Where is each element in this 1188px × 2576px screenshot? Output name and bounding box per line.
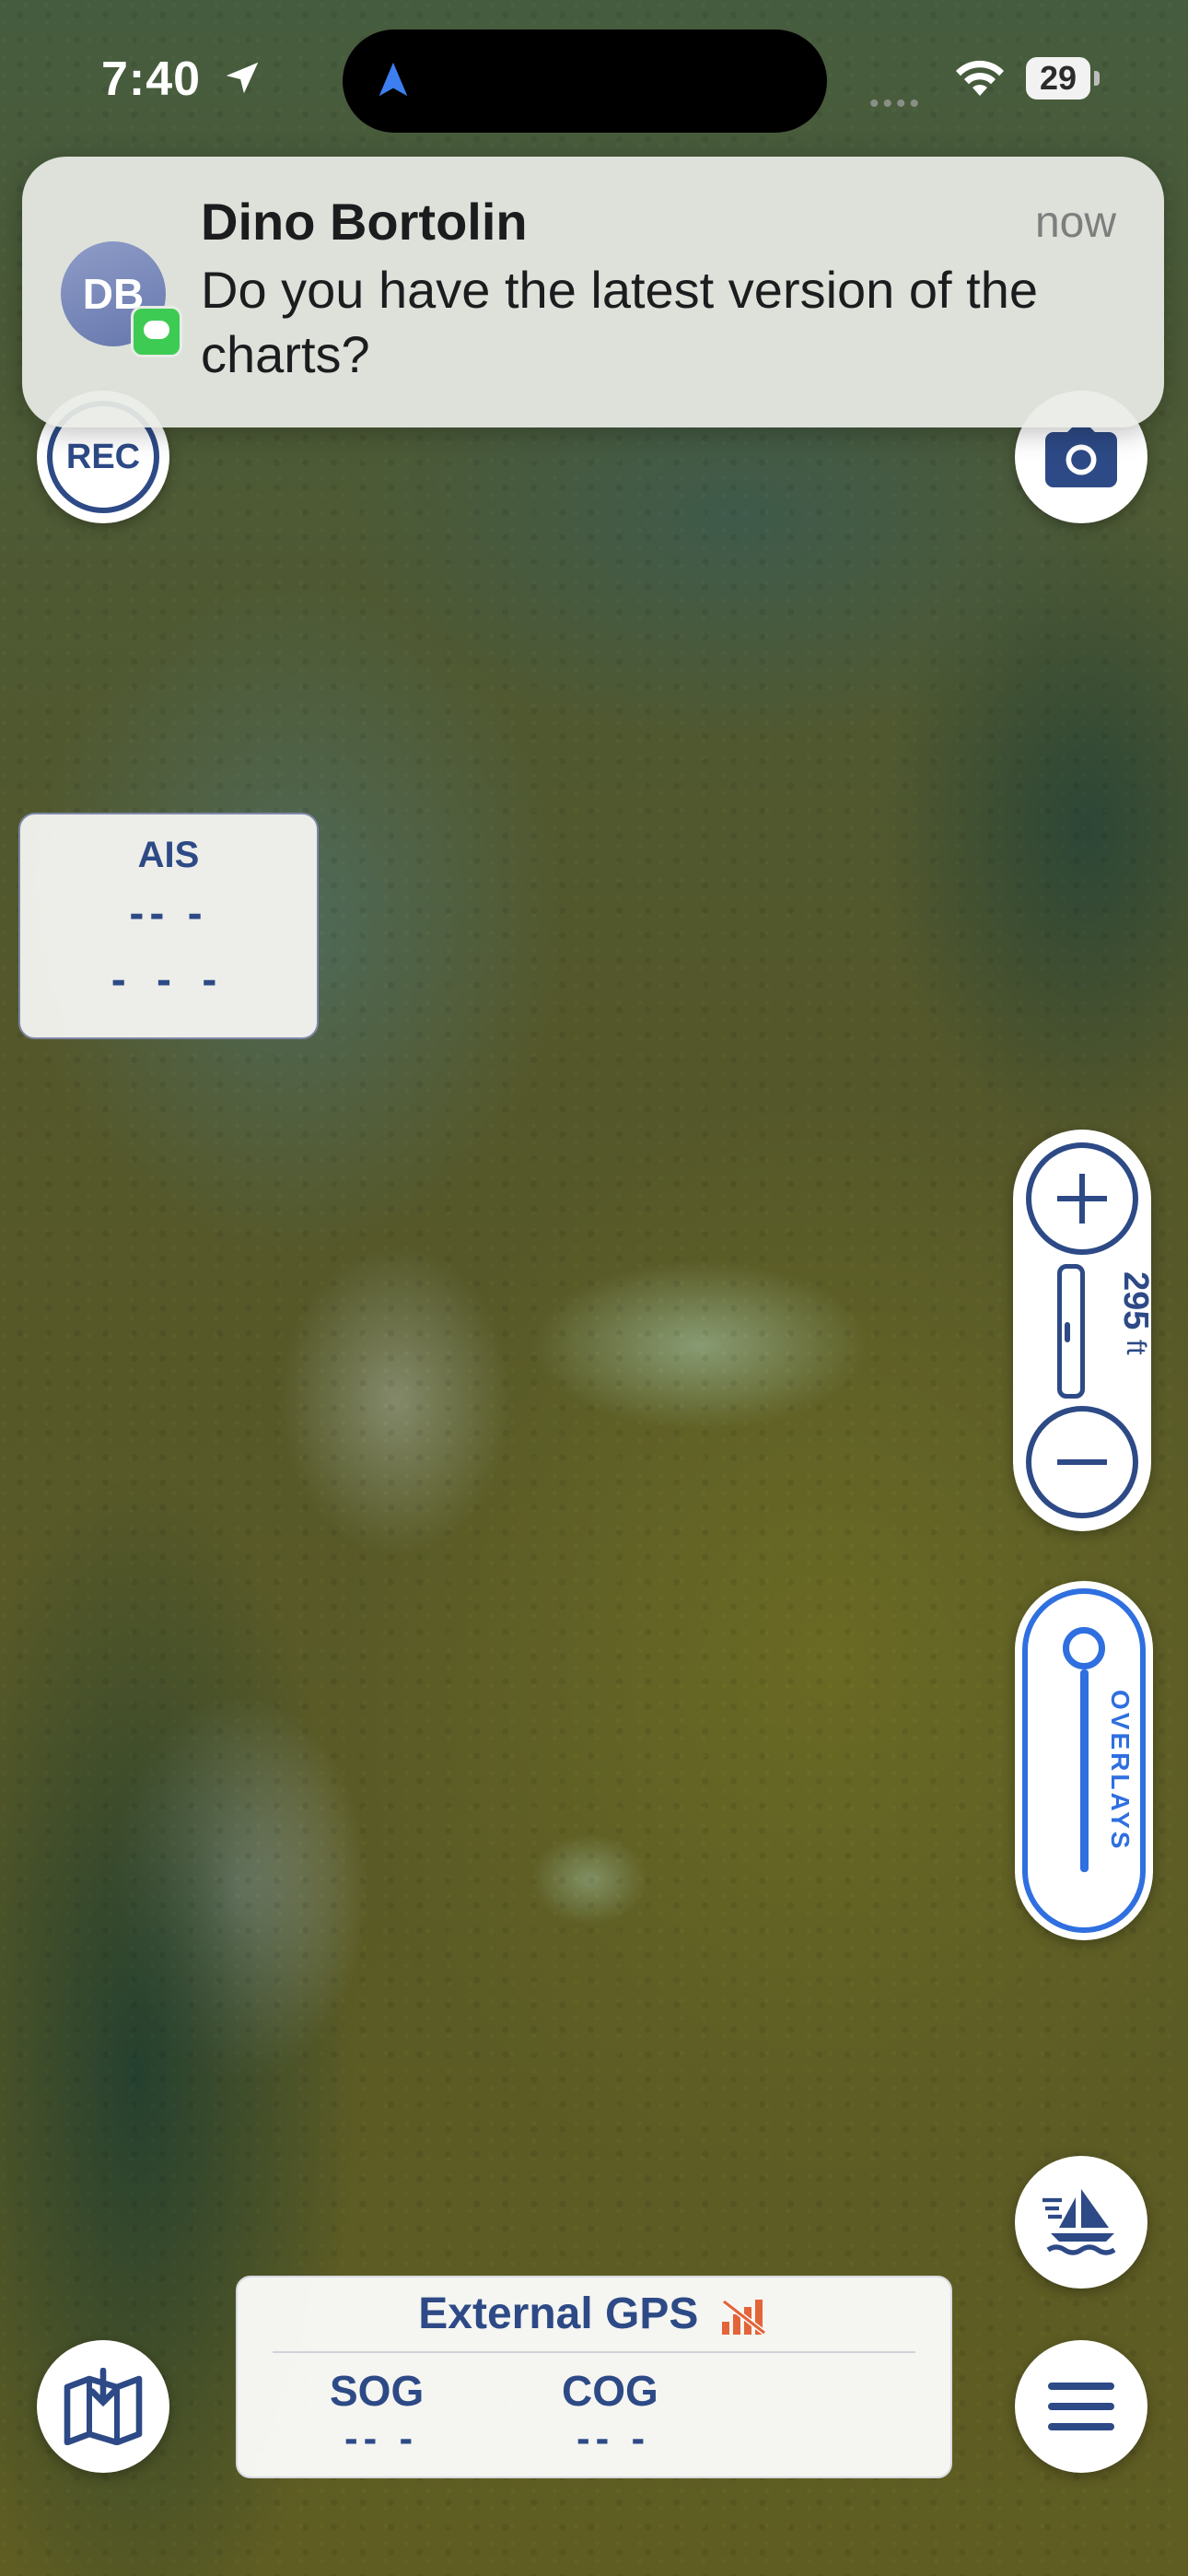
ais-panel[interactable]: AIS -- - - - - xyxy=(18,813,319,1039)
gps-header: External GPS xyxy=(238,2289,950,2339)
messages-app-icon xyxy=(131,306,182,357)
camera-icon xyxy=(1045,427,1117,487)
cellular-signal-icon: •••• xyxy=(869,88,924,119)
gps-panel[interactable]: External GPS SOG -- - COG -- - xyxy=(236,2276,952,2478)
sog-value: -- - xyxy=(344,2416,419,2461)
status-time: 7:40 xyxy=(101,53,202,106)
scale-unit: ft xyxy=(1121,1339,1151,1355)
wifi-icon xyxy=(956,60,1004,96)
ais-value-2: - - - xyxy=(111,955,227,1004)
cog-value: -- - xyxy=(577,2416,651,2461)
gps-title: External GPS xyxy=(418,2289,699,2338)
map-scale: 295 ft xyxy=(1072,1271,1155,1382)
overlays-slider-track xyxy=(1080,1669,1089,1872)
overlays-frame: OVERLAYS xyxy=(1022,1588,1146,1933)
battery-level: 29 xyxy=(1026,57,1090,100)
no-signal-icon xyxy=(721,2299,766,2336)
menu-button[interactable] xyxy=(1015,2340,1147,2473)
message-notification[interactable]: DB Dino Bortolin now Do you have the lat… xyxy=(22,157,1164,427)
cog-label: COG xyxy=(562,2367,658,2415)
zoom-control: 295 ft xyxy=(1013,1130,1155,1531)
plus-icon xyxy=(1057,1174,1107,1224)
hamburger-icon xyxy=(1048,2383,1114,2430)
minus-icon xyxy=(1057,1459,1107,1465)
overlays-label: OVERLAYS xyxy=(1106,1690,1135,1852)
gps-divider xyxy=(273,2351,915,2353)
overlays-slider-knob[interactable] xyxy=(1063,1627,1105,1669)
sailboat-icon xyxy=(1042,2189,1116,2255)
ais-value-1: -- - xyxy=(129,889,208,938)
zoom-slider-thumb[interactable] xyxy=(1065,1322,1070,1342)
ais-title: AIS xyxy=(137,835,200,875)
scale-value: 295 xyxy=(1116,1271,1155,1330)
vessel-button[interactable] xyxy=(1015,2156,1147,2289)
notification-time: now xyxy=(1034,198,1116,247)
battery-tip xyxy=(1094,71,1100,86)
zoom-out-button[interactable] xyxy=(1026,1406,1138,1518)
battery-icon: 29 xyxy=(1026,57,1101,101)
navigation-arrow-icon xyxy=(379,62,408,97)
location-arrow-icon xyxy=(226,62,259,94)
zoom-in-button[interactable] xyxy=(1026,1142,1138,1255)
notification-sender: Dino Bortolin xyxy=(201,193,528,251)
offline-maps-button[interactable] xyxy=(37,2340,169,2473)
overlays-toggle[interactable]: OVERLAYS xyxy=(1015,1581,1153,1940)
map-download-icon xyxy=(64,2368,143,2445)
notification-message: Do you have the latest version of the ch… xyxy=(201,261,1038,383)
sog-label: SOG xyxy=(330,2367,425,2415)
dynamic-island xyxy=(343,29,827,133)
status-bar: 7:40 •••• 29 xyxy=(0,0,1188,157)
